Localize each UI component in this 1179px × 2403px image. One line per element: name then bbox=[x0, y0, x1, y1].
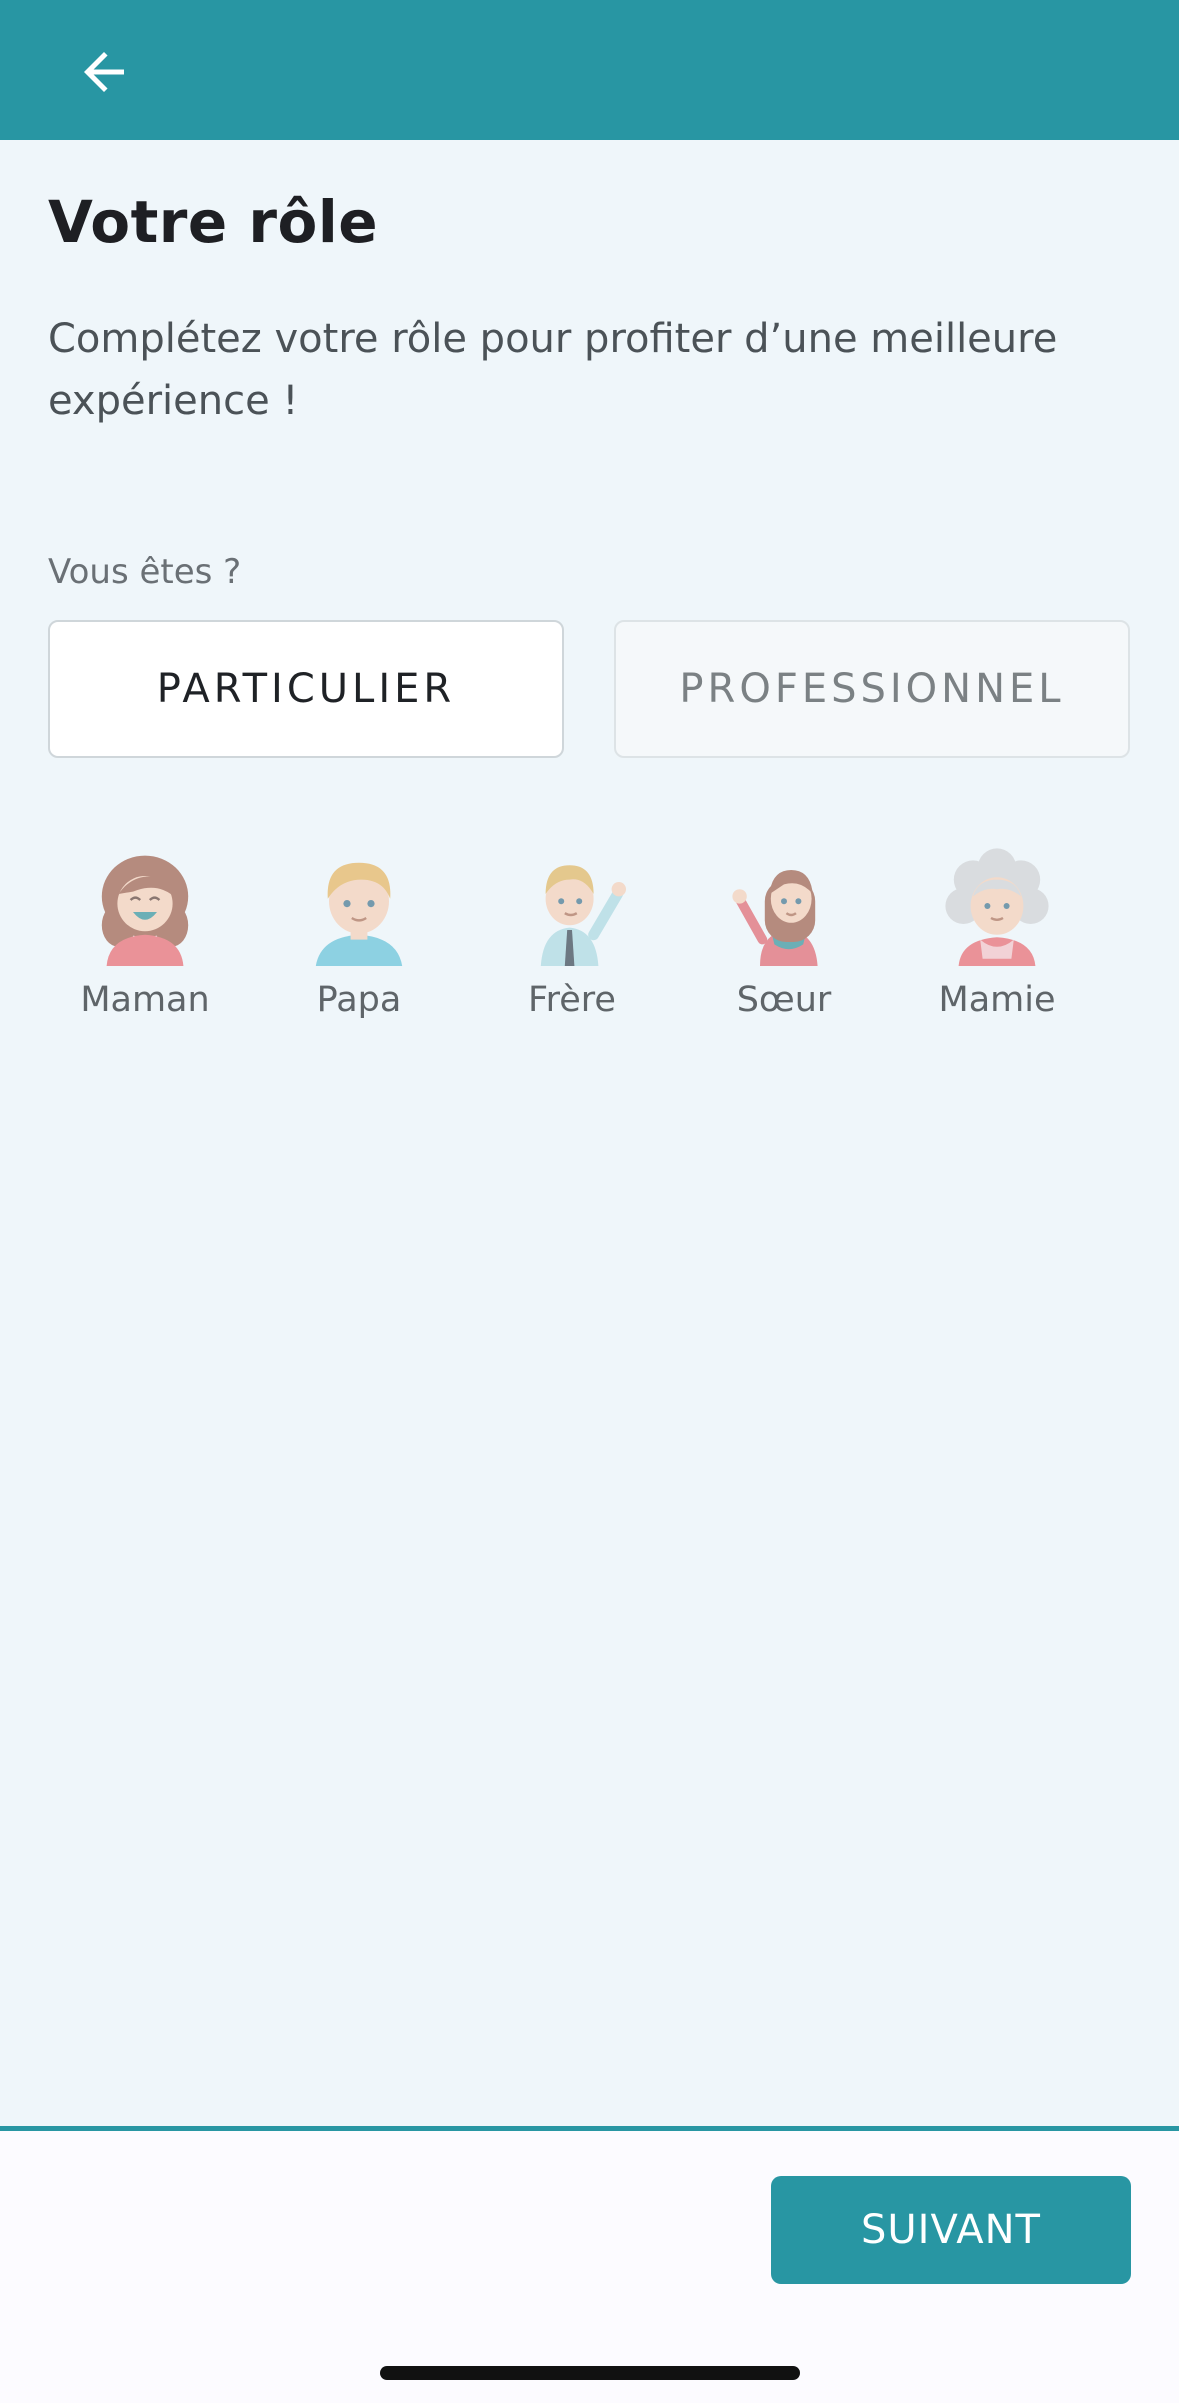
role-label: Papa bbox=[316, 980, 402, 1020]
page-title: Votre rôle bbox=[48, 188, 379, 256]
particulier-toggle-button[interactable]: PARTICULIER bbox=[48, 620, 564, 758]
sister-avatar-icon bbox=[732, 870, 818, 966]
back-button[interactable] bbox=[68, 36, 140, 108]
role-options-list: Maman Papa Frère Sœur Mamie bbox=[0, 846, 1179, 1046]
mom-avatar-icon bbox=[101, 855, 189, 966]
brother-avatar-icon bbox=[540, 865, 626, 966]
arrow-left-icon bbox=[84, 52, 124, 92]
page-subtitle: Complétez votre rôle pour profiter d’une… bbox=[48, 316, 1058, 424]
role-label: Maman bbox=[80, 980, 210, 1020]
role-option-papa[interactable]: Papa bbox=[269, 846, 449, 1046]
role-label: Frère bbox=[528, 980, 616, 1020]
dad-avatar-icon bbox=[315, 862, 403, 966]
role-option-frere[interactable]: Frère bbox=[482, 846, 662, 1046]
role-label: Mamie bbox=[938, 980, 1056, 1020]
role-option-maman[interactable]: Maman bbox=[55, 846, 235, 1046]
top-app-bar bbox=[0, 0, 1179, 140]
home-indicator[interactable] bbox=[380, 2366, 800, 2380]
next-button[interactable]: SUIVANT bbox=[771, 2176, 1131, 2284]
role-label: Sœur bbox=[736, 980, 832, 1020]
role-question-label: Vous êtes ? bbox=[48, 552, 242, 592]
grandma-avatar-icon bbox=[945, 848, 1049, 966]
role-option-soeur[interactable]: Sœur bbox=[694, 846, 874, 1046]
professionnel-toggle-button[interactable]: PROFESSIONNEL bbox=[614, 620, 1130, 758]
role-option-mamie[interactable]: Mamie bbox=[907, 846, 1087, 1046]
